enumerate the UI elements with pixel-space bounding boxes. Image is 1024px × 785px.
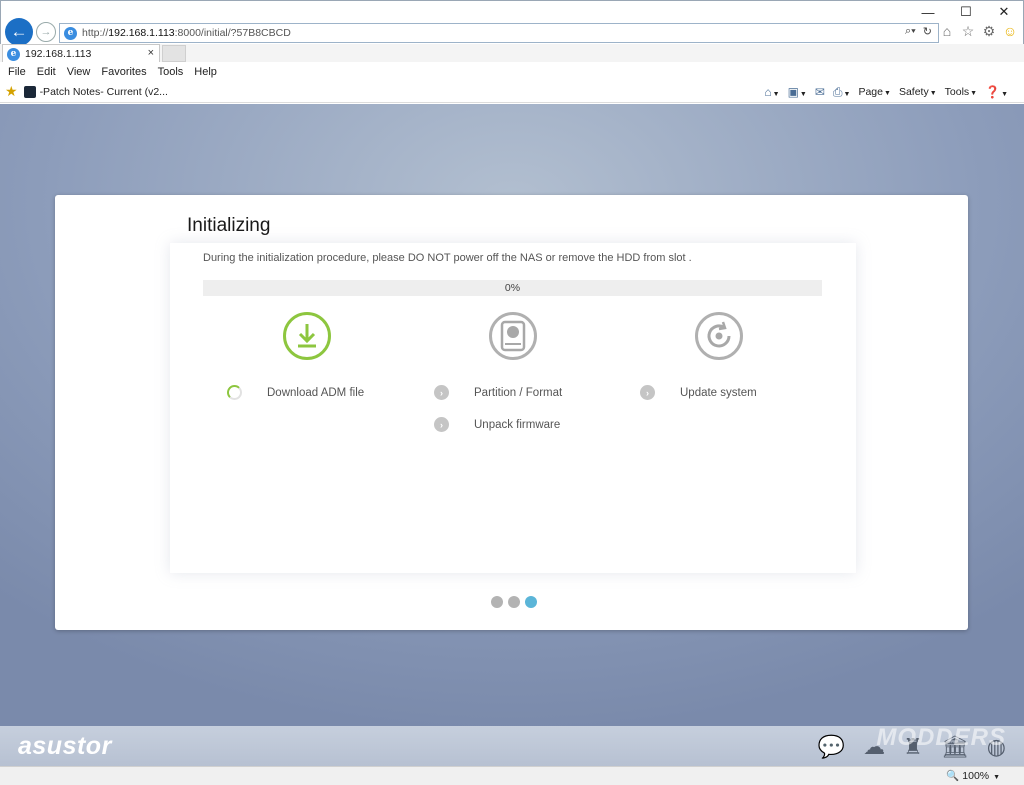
menu-edit[interactable]: Edit: [37, 66, 56, 78]
window-controls: — ☐ ✕: [909, 1, 1023, 23]
chevron-right-icon: ›: [640, 385, 655, 400]
tab-title: 192.168.1.113: [25, 48, 92, 60]
menu-tools[interactable]: Tools: [158, 66, 184, 78]
watermark-logo: MODDERS: [876, 724, 1006, 751]
progress-bar: 0%: [203, 280, 822, 296]
address-bar[interactable]: e http://192.168.1.113:8000/initial/?57B…: [59, 23, 939, 43]
step-update-system: › Update system: [640, 385, 757, 400]
zoom-control[interactable]: 🔍 100% ▼: [946, 769, 1000, 782]
maximize-button[interactable]: ☐: [947, 1, 985, 23]
step-partition-format: › Partition / Format: [434, 385, 562, 400]
gear-icon[interactable]: ⚙: [981, 23, 997, 40]
menu-file[interactable]: File: [8, 66, 26, 78]
chevron-right-icon: ›: [434, 417, 449, 432]
mail-icon: ✉: [814, 85, 825, 99]
page-indicator: [491, 596, 537, 608]
page-dot-active: [525, 596, 537, 608]
help-icon: ❓: [985, 85, 1001, 99]
home-icon: ⌂: [764, 85, 772, 99]
printer-icon: ⎙: [832, 84, 843, 99]
loading-spinner-icon: [227, 385, 242, 400]
refresh-icon[interactable]: ↻: [923, 25, 932, 38]
search-icon[interactable]: ⌕▾: [905, 25, 916, 38]
home-menu-button[interactable]: ⌂▼: [764, 85, 779, 99]
page-menu-button[interactable]: Page▼: [858, 86, 890, 98]
status-bar: 🔍 100% ▼: [0, 766, 1024, 785]
progress-percent: 0%: [504, 282, 521, 294]
step-unpack-firmware: › Unpack firmware: [434, 417, 560, 432]
chevron-right-icon: ›: [434, 385, 449, 400]
new-tab-button[interactable]: [162, 45, 186, 62]
favorites-star-icon[interactable]: ☆: [960, 23, 976, 40]
home-icon[interactable]: ⌂: [939, 23, 955, 40]
forward-button[interactable]: →: [36, 22, 56, 42]
favorite-link-patch-notes[interactable]: -Patch Notes- Current (v2...: [40, 86, 168, 98]
steam-favicon-icon: [23, 85, 36, 98]
arrow-right-icon: →: [40, 26, 52, 38]
menu-view[interactable]: View: [67, 66, 91, 78]
chat-icon[interactable]: 💬: [818, 734, 845, 760]
download-icon: [283, 312, 331, 360]
asustor-logo: asustor: [18, 732, 112, 760]
feedback-smiley-icon[interactable]: ☺: [1002, 23, 1018, 40]
arrow-left-icon: ←: [10, 22, 28, 41]
step-label: Update system: [680, 386, 757, 399]
initialization-card: Initializing During the initialization p…: [55, 195, 968, 630]
zoom-icon: 🔍: [946, 770, 960, 782]
url-text[interactable]: http://192.168.1.113:8000/initial/?57B8C…: [82, 27, 291, 39]
nas-setup-page: Initializing During the initialization p…: [0, 104, 1024, 766]
warning-notice: During the initialization procedure, ple…: [203, 252, 692, 264]
safety-menu-button[interactable]: Safety▼: [899, 86, 937, 98]
asustor-footer: asustor 💬 ☁ ♜ 🏛 ◍ MODDERS: [0, 724, 1024, 766]
tools-menu-button[interactable]: Tools▼: [945, 86, 977, 98]
minimize-button[interactable]: —: [909, 1, 947, 23]
step-label: Download ADM file: [267, 386, 365, 399]
feeds-menu-button[interactable]: ▣▼: [788, 85, 807, 99]
add-favorite-icon[interactable]: ★: [5, 83, 18, 100]
browser-tab[interactable]: e 192.168.1.113 ×: [2, 44, 160, 63]
print-menu-button[interactable]: ⎙▼: [833, 85, 851, 100]
step-label: Unpack firmware: [474, 418, 561, 431]
update-refresh-icon: [695, 312, 743, 360]
page-dot: [508, 596, 520, 608]
page-dot: [491, 596, 503, 608]
browser-titlebar: — ☐ ✕ ← → e http://192.168.1.113:8000/in…: [0, 0, 1024, 46]
menu-bar: File Edit View Favorites Tools Help: [0, 62, 1024, 81]
close-window-button[interactable]: ✕: [985, 1, 1023, 23]
ie-tab-icon: e: [7, 47, 20, 61]
command-bar: ⌂▼ ▣▼ ✉ ⎙▼ Page▼ Safety▼ Tools▼ ❓▼: [764, 81, 1008, 103]
ie-page-icon: e: [64, 26, 77, 40]
menu-help[interactable]: Help: [194, 66, 217, 78]
close-tab-icon[interactable]: ×: [148, 47, 154, 59]
tab-strip: e 192.168.1.113 ×: [0, 44, 1024, 63]
back-button[interactable]: ←: [5, 18, 33, 46]
rss-icon: ▣: [787, 85, 799, 99]
hard-disk-icon: [489, 312, 537, 360]
help-menu-button[interactable]: ❓▼: [985, 85, 1008, 99]
page-title: Initializing: [187, 215, 271, 236]
step-label: Partition / Format: [474, 386, 563, 399]
step-download-adm: Download ADM file: [227, 385, 364, 400]
menu-favorites[interactable]: Favorites: [101, 66, 146, 78]
mail-button[interactable]: ✉: [815, 85, 825, 99]
favorites-bar: ★ -Patch Notes- Current (v2... ⌂▼ ▣▼ ✉ ⎙…: [0, 81, 1024, 103]
